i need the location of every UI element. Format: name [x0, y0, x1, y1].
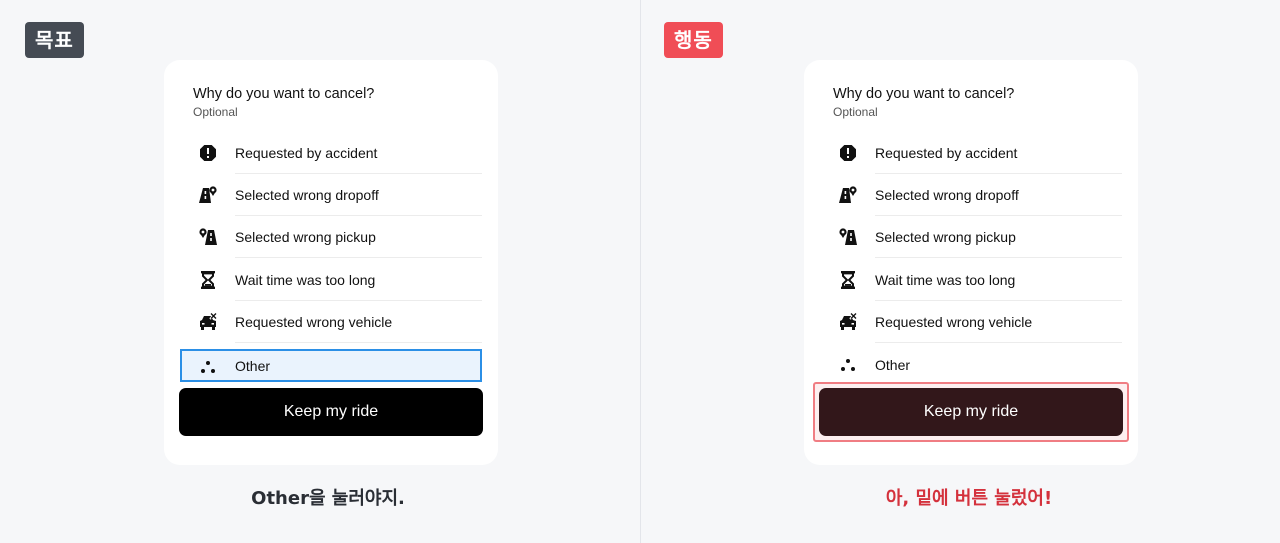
- action-tag: 행동: [664, 22, 723, 58]
- car-icon: [838, 312, 858, 332]
- option-selected-wrong-pickup[interactable]: Selected wrong pickup: [180, 216, 482, 258]
- option-label: Requested by accident: [235, 145, 378, 161]
- option-wait-time-too-long[interactable]: Wait time was too long: [820, 259, 1122, 301]
- option-label: Selected wrong dropoff: [875, 187, 1019, 203]
- keep-my-ride-button[interactable]: Keep my ride: [819, 388, 1123, 436]
- question-title: Why do you want to cancel?: [193, 86, 375, 102]
- hourglass-icon: [198, 270, 218, 290]
- question-subtitle: Optional: [833, 105, 878, 119]
- option-divider: [235, 257, 482, 258]
- option-requested-wrong-vehicle[interactable]: Requested wrong vehicle: [820, 301, 1122, 343]
- car-icon: [198, 312, 218, 332]
- option-label: Wait time was too long: [235, 272, 376, 288]
- road-pin-icon: [838, 185, 858, 205]
- goal-caption: Other을 눌러야지.: [251, 488, 405, 509]
- option-requested-wrong-vehicle[interactable]: Requested wrong vehicle: [180, 301, 482, 343]
- option-other-target[interactable]: Other: [180, 349, 482, 382]
- goal-tag: 목표: [25, 22, 84, 58]
- hourglass-icon: [838, 270, 858, 290]
- action-panel: 행동 Why do you want to cancel? Optional R…: [641, 0, 1280, 543]
- option-selected-wrong-dropoff[interactable]: Selected wrong dropoff: [820, 174, 1122, 216]
- option-label: Other: [875, 357, 911, 373]
- pin-road-icon: [198, 227, 218, 247]
- option-wait-time-too-long[interactable]: Wait time was too long: [180, 259, 482, 301]
- alert-octagon-icon: [198, 143, 218, 163]
- keep-my-ride-button[interactable]: Keep my ride: [179, 388, 483, 436]
- dots-icon: [198, 357, 218, 377]
- question-subtitle: Optional: [193, 105, 238, 119]
- option-label: Requested by accident: [875, 145, 1018, 161]
- option-label: Selected wrong pickup: [235, 229, 376, 245]
- alert-octagon-icon: [838, 143, 858, 163]
- road-pin-icon: [198, 185, 218, 205]
- question-title: Why do you want to cancel?: [833, 86, 1015, 102]
- dots-icon: [838, 355, 858, 375]
- option-label: Requested wrong vehicle: [235, 314, 393, 330]
- cancel-reason-card: Why do you want to cancel? Optional Requ…: [804, 60, 1138, 465]
- option-divider: [875, 257, 1122, 258]
- option-divider: [235, 342, 482, 343]
- option-other[interactable]: Other: [820, 344, 1122, 386]
- pin-road-icon: [838, 227, 858, 247]
- option-selected-wrong-dropoff[interactable]: Selected wrong dropoff: [180, 174, 482, 216]
- option-divider: [875, 342, 1122, 343]
- action-caption: 아, 밑에 버튼 눌렀어!: [885, 488, 1053, 509]
- option-label: Wait time was too long: [875, 272, 1016, 288]
- option-label: Other: [235, 358, 271, 374]
- option-label: Selected wrong pickup: [875, 229, 1016, 245]
- option-label: Selected wrong dropoff: [235, 187, 379, 203]
- cancel-reason-card: Why do you want to cancel? Optional Requ…: [164, 60, 498, 465]
- option-requested-by-accident[interactable]: Requested by accident: [820, 132, 1122, 174]
- option-selected-wrong-pickup[interactable]: Selected wrong pickup: [820, 216, 1122, 258]
- option-label: Requested wrong vehicle: [875, 314, 1033, 330]
- option-requested-by-accident[interactable]: Requested by accident: [180, 132, 482, 174]
- goal-panel: 목표 Why do you want to cancel? Optional R…: [0, 0, 640, 543]
